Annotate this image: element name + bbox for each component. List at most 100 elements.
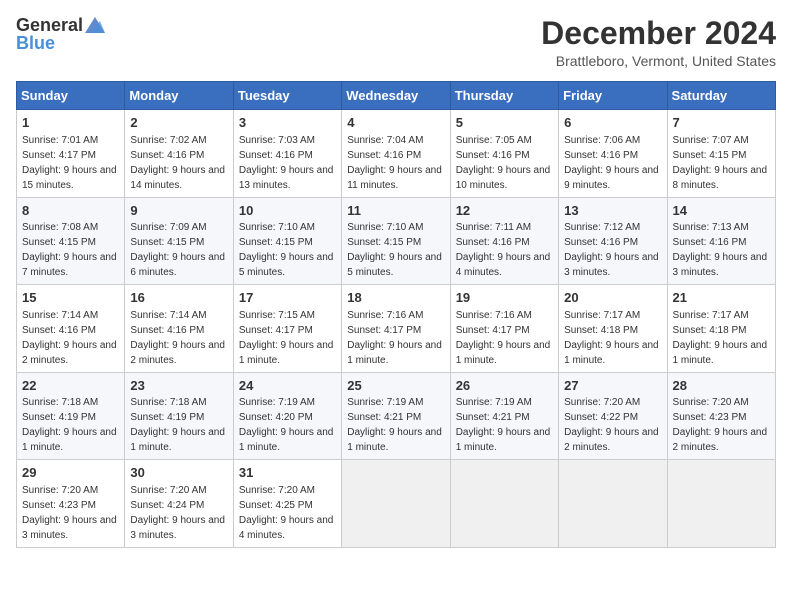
calendar-cell: 6 Sunrise: 7:06 AMSunset: 4:16 PMDayligh… <box>559 110 667 198</box>
day-info: Sunrise: 7:11 AMSunset: 4:16 PMDaylight:… <box>456 222 551 278</box>
header-saturday: Saturday <box>667 82 775 110</box>
calendar-week-3: 15 Sunrise: 7:14 AMSunset: 4:16 PMDaylig… <box>17 285 776 373</box>
day-info: Sunrise: 7:14 AMSunset: 4:16 PMDaylight:… <box>22 310 117 366</box>
day-number: 5 <box>456 114 553 132</box>
logo-blue: Blue <box>16 34 55 52</box>
day-info: Sunrise: 7:17 AMSunset: 4:18 PMDaylight:… <box>564 310 659 366</box>
day-info: Sunrise: 7:14 AMSunset: 4:16 PMDaylight:… <box>130 310 225 366</box>
calendar-cell: 23 Sunrise: 7:18 AMSunset: 4:19 PMDaylig… <box>125 372 233 460</box>
day-info: Sunrise: 7:04 AMSunset: 4:16 PMDaylight:… <box>347 135 442 191</box>
day-info: Sunrise: 7:19 AMSunset: 4:21 PMDaylight:… <box>456 397 551 453</box>
day-number: 21 <box>673 289 770 307</box>
calendar-cell: 22 Sunrise: 7:18 AMSunset: 4:19 PMDaylig… <box>17 372 125 460</box>
header-sunday: Sunday <box>17 82 125 110</box>
day-number: 15 <box>22 289 119 307</box>
day-number: 16 <box>130 289 227 307</box>
calendar-cell: 16 Sunrise: 7:14 AMSunset: 4:16 PMDaylig… <box>125 285 233 373</box>
day-info: Sunrise: 7:01 AMSunset: 4:17 PMDaylight:… <box>22 135 117 191</box>
calendar-week-4: 22 Sunrise: 7:18 AMSunset: 4:19 PMDaylig… <box>17 372 776 460</box>
day-info: Sunrise: 7:20 AMSunset: 4:23 PMDaylight:… <box>673 397 768 453</box>
day-info: Sunrise: 7:19 AMSunset: 4:21 PMDaylight:… <box>347 397 442 453</box>
calendar-cell: 25 Sunrise: 7:19 AMSunset: 4:21 PMDaylig… <box>342 372 450 460</box>
day-info: Sunrise: 7:09 AMSunset: 4:15 PMDaylight:… <box>130 222 225 278</box>
day-info: Sunrise: 7:06 AMSunset: 4:16 PMDaylight:… <box>564 135 659 191</box>
day-info: Sunrise: 7:13 AMSunset: 4:16 PMDaylight:… <box>673 222 768 278</box>
day-number: 18 <box>347 289 444 307</box>
day-number: 29 <box>22 464 119 482</box>
logo-general: General <box>16 16 83 34</box>
day-number: 4 <box>347 114 444 132</box>
calendar-cell <box>667 460 775 548</box>
calendar-cell: 4 Sunrise: 7:04 AMSunset: 4:16 PMDayligh… <box>342 110 450 198</box>
day-number: 10 <box>239 202 336 220</box>
location: Brattleboro, Vermont, United States <box>541 53 776 69</box>
calendar-cell: 18 Sunrise: 7:16 AMSunset: 4:17 PMDaylig… <box>342 285 450 373</box>
day-number: 9 <box>130 202 227 220</box>
calendar-cell: 26 Sunrise: 7:19 AMSunset: 4:21 PMDaylig… <box>450 372 558 460</box>
day-info: Sunrise: 7:12 AMSunset: 4:16 PMDaylight:… <box>564 222 659 278</box>
day-number: 25 <box>347 377 444 395</box>
calendar-cell: 21 Sunrise: 7:17 AMSunset: 4:18 PMDaylig… <box>667 285 775 373</box>
header-thursday: Thursday <box>450 82 558 110</box>
header-monday: Monday <box>125 82 233 110</box>
calendar-header-row: SundayMondayTuesdayWednesdayThursdayFrid… <box>17 82 776 110</box>
calendar-cell: 19 Sunrise: 7:16 AMSunset: 4:17 PMDaylig… <box>450 285 558 373</box>
calendar-cell: 20 Sunrise: 7:17 AMSunset: 4:18 PMDaylig… <box>559 285 667 373</box>
day-number: 3 <box>239 114 336 132</box>
calendar-cell: 9 Sunrise: 7:09 AMSunset: 4:15 PMDayligh… <box>125 197 233 285</box>
day-info: Sunrise: 7:19 AMSunset: 4:20 PMDaylight:… <box>239 397 334 453</box>
calendar-cell: 14 Sunrise: 7:13 AMSunset: 4:16 PMDaylig… <box>667 197 775 285</box>
calendar-cell: 7 Sunrise: 7:07 AMSunset: 4:15 PMDayligh… <box>667 110 775 198</box>
day-number: 13 <box>564 202 661 220</box>
day-number: 31 <box>239 464 336 482</box>
page-header: General Blue December 2024 Brattleboro, … <box>16 16 776 69</box>
header-wednesday: Wednesday <box>342 82 450 110</box>
day-number: 23 <box>130 377 227 395</box>
day-info: Sunrise: 7:08 AMSunset: 4:15 PMDaylight:… <box>22 222 117 278</box>
day-info: Sunrise: 7:20 AMSunset: 4:23 PMDaylight:… <box>22 485 117 541</box>
day-info: Sunrise: 7:16 AMSunset: 4:17 PMDaylight:… <box>347 310 442 366</box>
day-info: Sunrise: 7:05 AMSunset: 4:16 PMDaylight:… <box>456 135 551 191</box>
day-info: Sunrise: 7:16 AMSunset: 4:17 PMDaylight:… <box>456 310 551 366</box>
day-number: 6 <box>564 114 661 132</box>
day-number: 8 <box>22 202 119 220</box>
calendar-cell: 10 Sunrise: 7:10 AMSunset: 4:15 PMDaylig… <box>233 197 341 285</box>
day-number: 11 <box>347 202 444 220</box>
day-info: Sunrise: 7:02 AMSunset: 4:16 PMDaylight:… <box>130 135 225 191</box>
calendar-cell: 8 Sunrise: 7:08 AMSunset: 4:15 PMDayligh… <box>17 197 125 285</box>
calendar-cell: 13 Sunrise: 7:12 AMSunset: 4:16 PMDaylig… <box>559 197 667 285</box>
day-info: Sunrise: 7:18 AMSunset: 4:19 PMDaylight:… <box>130 397 225 453</box>
day-info: Sunrise: 7:07 AMSunset: 4:15 PMDaylight:… <box>673 135 768 191</box>
day-number: 19 <box>456 289 553 307</box>
day-number: 17 <box>239 289 336 307</box>
calendar-table: SundayMondayTuesdayWednesdayThursdayFrid… <box>16 81 776 548</box>
day-number: 26 <box>456 377 553 395</box>
day-number: 7 <box>673 114 770 132</box>
calendar-cell: 24 Sunrise: 7:19 AMSunset: 4:20 PMDaylig… <box>233 372 341 460</box>
day-info: Sunrise: 7:03 AMSunset: 4:16 PMDaylight:… <box>239 135 334 191</box>
calendar-cell: 12 Sunrise: 7:11 AMSunset: 4:16 PMDaylig… <box>450 197 558 285</box>
calendar-cell: 17 Sunrise: 7:15 AMSunset: 4:17 PMDaylig… <box>233 285 341 373</box>
day-number: 20 <box>564 289 661 307</box>
logo-icon <box>85 17 105 33</box>
calendar-week-5: 29 Sunrise: 7:20 AMSunset: 4:23 PMDaylig… <box>17 460 776 548</box>
day-info: Sunrise: 7:10 AMSunset: 4:15 PMDaylight:… <box>347 222 442 278</box>
calendar-cell: 31 Sunrise: 7:20 AMSunset: 4:25 PMDaylig… <box>233 460 341 548</box>
calendar-cell: 11 Sunrise: 7:10 AMSunset: 4:15 PMDaylig… <box>342 197 450 285</box>
day-number: 22 <box>22 377 119 395</box>
day-info: Sunrise: 7:20 AMSunset: 4:25 PMDaylight:… <box>239 485 334 541</box>
calendar-week-2: 8 Sunrise: 7:08 AMSunset: 4:15 PMDayligh… <box>17 197 776 285</box>
day-info: Sunrise: 7:15 AMSunset: 4:17 PMDaylight:… <box>239 310 334 366</box>
calendar-cell: 29 Sunrise: 7:20 AMSunset: 4:23 PMDaylig… <box>17 460 125 548</box>
day-number: 24 <box>239 377 336 395</box>
day-number: 12 <box>456 202 553 220</box>
calendar-week-1: 1 Sunrise: 7:01 AMSunset: 4:17 PMDayligh… <box>17 110 776 198</box>
calendar-cell: 28 Sunrise: 7:20 AMSunset: 4:23 PMDaylig… <box>667 372 775 460</box>
calendar-cell: 5 Sunrise: 7:05 AMSunset: 4:16 PMDayligh… <box>450 110 558 198</box>
day-info: Sunrise: 7:10 AMSunset: 4:15 PMDaylight:… <box>239 222 334 278</box>
calendar-cell: 3 Sunrise: 7:03 AMSunset: 4:16 PMDayligh… <box>233 110 341 198</box>
day-number: 28 <box>673 377 770 395</box>
logo: General Blue <box>16 16 105 52</box>
day-number: 2 <box>130 114 227 132</box>
calendar-cell <box>559 460 667 548</box>
